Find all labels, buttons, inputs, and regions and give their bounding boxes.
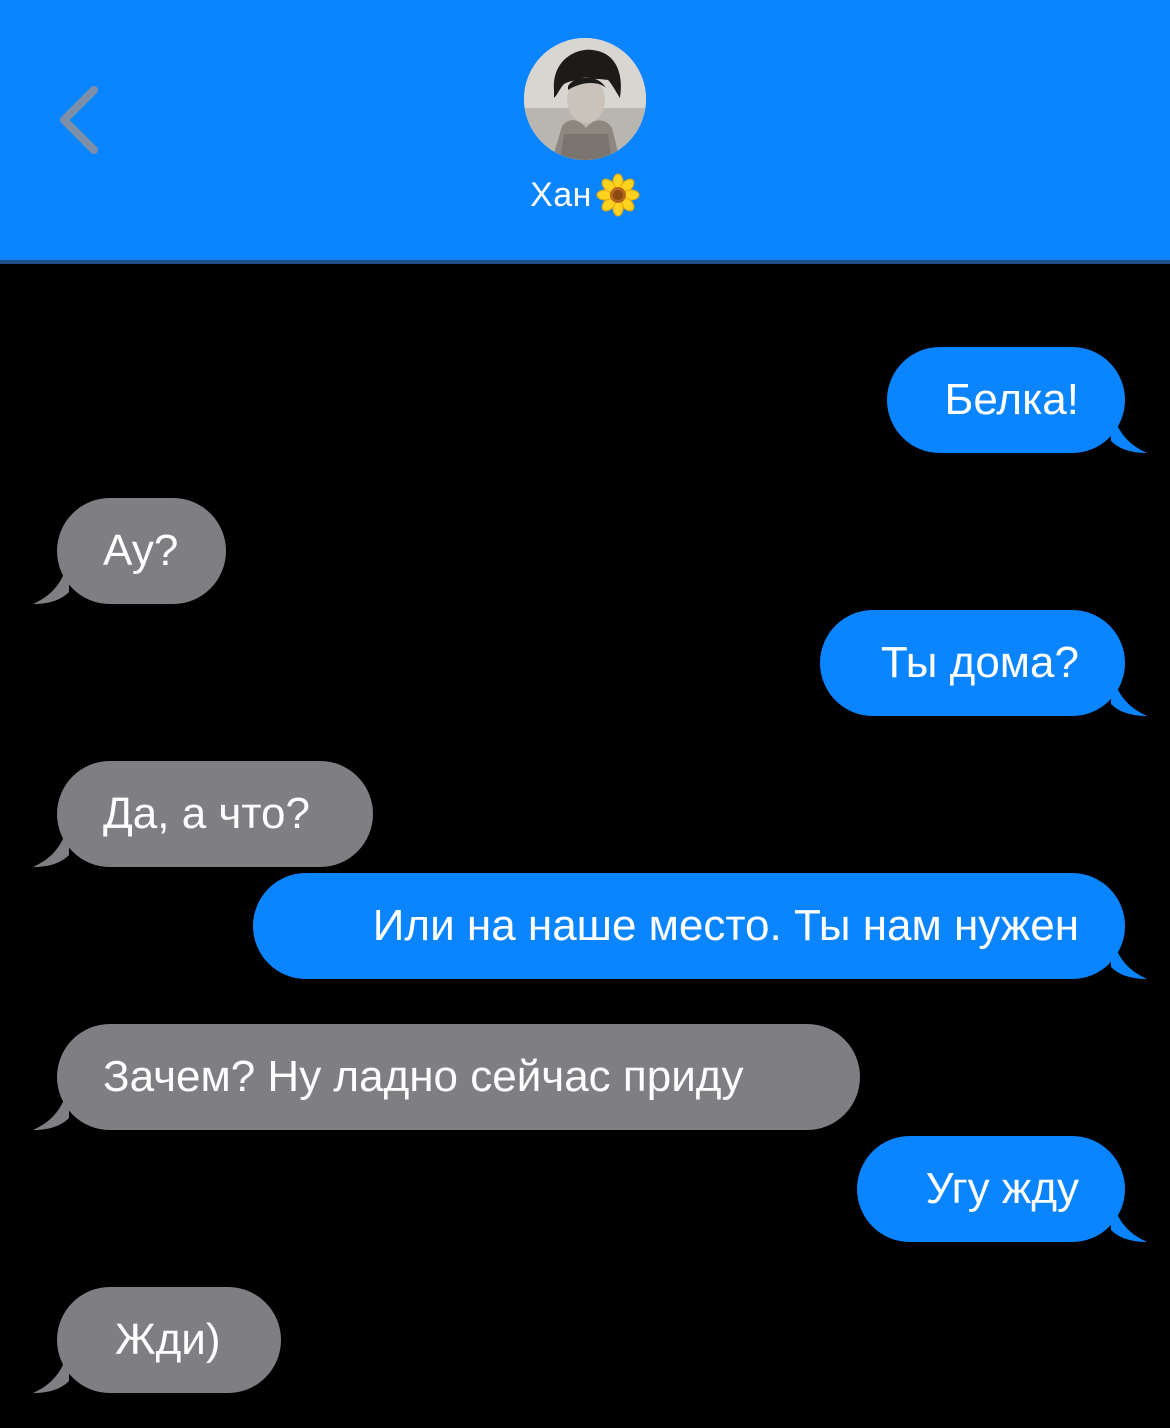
message-text: Зачем? Ну ладно сейчас приду bbox=[103, 1052, 744, 1101]
message-text: Ты дома? bbox=[880, 638, 1079, 687]
message-bubble-outgoing[interactable]: Белка! bbox=[887, 347, 1147, 453]
bubble-tail bbox=[33, 1086, 69, 1130]
bubble-tail bbox=[1111, 935, 1147, 979]
chat-header: Хан bbox=[0, 0, 1170, 260]
message-text: Ау? bbox=[103, 526, 179, 575]
message-text: Жди) bbox=[115, 1315, 221, 1364]
avatar-photo bbox=[524, 38, 646, 160]
message-bubble-outgoing[interactable]: Угу жду bbox=[857, 1136, 1147, 1242]
bubble-tail bbox=[1111, 672, 1147, 716]
back-button[interactable] bbox=[50, 80, 110, 160]
bubble-tail bbox=[33, 823, 69, 867]
message-bubble-incoming[interactable]: Зачем? Ну ладно сейчас приду bbox=[33, 1024, 860, 1130]
message-text: Да, а что? bbox=[103, 789, 310, 838]
contact-name: Хан bbox=[530, 176, 592, 214]
message-bubble-incoming[interactable]: Да, а что? bbox=[33, 761, 373, 867]
message-bubble-outgoing[interactable]: Ты дома? bbox=[820, 610, 1147, 716]
message-text: Угу жду bbox=[925, 1164, 1079, 1213]
bubble-tail bbox=[33, 1349, 69, 1393]
bubble-tail bbox=[1111, 1198, 1147, 1242]
bubble-tail bbox=[33, 560, 69, 604]
message-text: Или на наше место. Ты нам нужен bbox=[372, 901, 1079, 950]
bubble-tail bbox=[1111, 409, 1147, 453]
message-bubble-incoming[interactable]: Жди) bbox=[33, 1287, 281, 1393]
header-divider bbox=[0, 260, 1170, 264]
message-bubble-incoming[interactable]: Ау? bbox=[33, 498, 226, 604]
contact-name-row[interactable]: Хан bbox=[0, 170, 1170, 220]
contact-avatar[interactable] bbox=[524, 38, 646, 160]
message-bubble-outgoing[interactable]: Или на наше место. Ты нам нужен bbox=[253, 873, 1147, 979]
chevron-left-icon bbox=[60, 86, 98, 154]
message-text: Белка! bbox=[944, 375, 1079, 424]
sunflower-icon bbox=[596, 173, 640, 217]
